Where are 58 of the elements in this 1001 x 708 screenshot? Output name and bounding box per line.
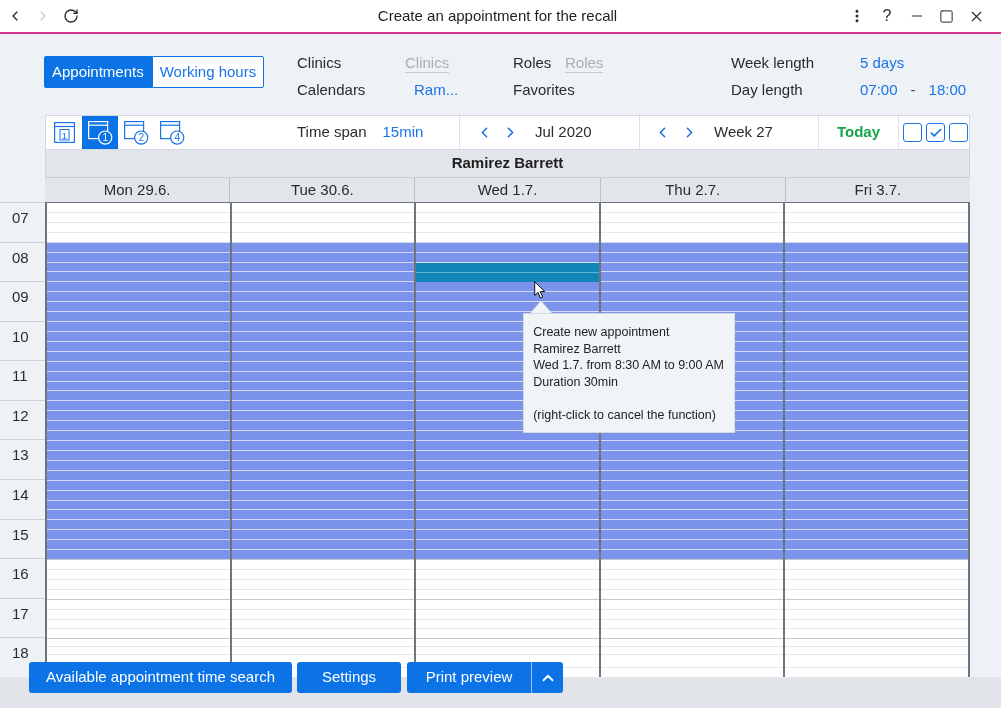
mouse-pointer-icon	[534, 281, 547, 300]
tooltip-hint: (right-click to cancel the function)	[533, 406, 717, 424]
reload-button[interactable]	[63, 8, 79, 24]
dropdown-toggle[interactable]	[531, 662, 563, 693]
hour-label: 07	[12, 209, 29, 226]
hour-label: 09	[12, 288, 29, 306]
checkbox[interactable]	[949, 123, 968, 142]
action-button[interactable]: Print preview	[407, 662, 531, 693]
filter-value: Clinics	[405, 54, 450, 74]
setting-label: Day length	[731, 81, 803, 99]
tooltip-text: Ramirez Barrett	[533, 340, 622, 358]
day-start-link[interactable]: 07:00	[860, 79, 898, 102]
filter-label: Roles	[513, 54, 552, 72]
time-span-link[interactable]: 15min	[382, 121, 424, 144]
filter-label: Favorites	[513, 81, 575, 99]
hour-label: 11	[12, 367, 28, 385]
filter-label: Clinics	[297, 54, 342, 72]
selected-time-slot[interactable]	[416, 263, 599, 283]
calendar-day-icon: 1	[53, 122, 75, 143]
maximize-icon[interactable]	[939, 8, 954, 24]
window-title: Create an appointment for the recall	[377, 5, 618, 26]
week-label: Week 27	[714, 122, 773, 143]
day-header: Tue 30.6.	[229, 178, 415, 202]
day-end-link[interactable]: 18:00	[928, 79, 967, 102]
time-span-label: Time span	[297, 122, 367, 143]
day-header: Wed 1.7.	[414, 178, 600, 202]
hour-label: 08	[12, 248, 29, 266]
mode-tab[interactable]: Working hours	[151, 56, 265, 88]
day-header: Thu 2.7.	[599, 178, 785, 202]
checkbox[interactable]	[926, 123, 945, 142]
hour-label: 16	[12, 565, 29, 583]
reload-icon	[63, 8, 79, 24]
filter-link[interactable]: Ram...	[414, 79, 459, 102]
hour-label: 18	[12, 644, 29, 662]
range-separator: -	[910, 80, 916, 101]
help-button[interactable]: ?	[879, 7, 895, 25]
action-button[interactable]: Available appointment time search	[29, 662, 292, 693]
tooltip-text: Wed 1.7. from 8:30 AM to 9:00 AM	[533, 357, 725, 374]
hour-label: 10	[12, 327, 29, 345]
day-header: Fri 3.7.	[784, 178, 970, 202]
mode-tab[interactable]: Appointments	[44, 56, 152, 88]
hour-label: 14	[12, 486, 29, 504]
setting-label: Week length	[731, 54, 815, 72]
tooltip-text: Create new appointment	[533, 324, 671, 341]
tooltip-text: Duration 30min	[533, 373, 619, 391]
hour-label: 12	[12, 406, 29, 424]
week-length-link[interactable]: 5 days	[860, 54, 905, 72]
resource-name: Ramirez Barrett	[451, 153, 564, 174]
filter-value: Roles	[565, 54, 604, 74]
hour-label: 13	[12, 446, 29, 464]
action-button[interactable]: Settings	[297, 662, 401, 693]
month-label: Jul 2020	[535, 122, 592, 143]
hour-label: 15	[12, 525, 29, 543]
checkbox[interactable]	[903, 123, 922, 142]
day-header: Mon 29.6.	[102, 179, 172, 200]
hour-label: 17	[12, 604, 29, 622]
today-button[interactable]: Today	[836, 121, 881, 144]
filter-label: Calendars	[297, 81, 366, 99]
